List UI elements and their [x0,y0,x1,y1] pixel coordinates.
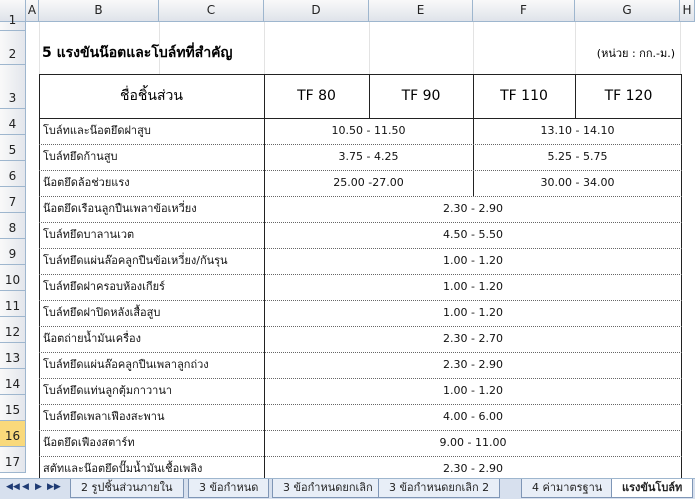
sheet-title: 5 แรงขันน๊อตและโบล์ทที่สำคัญ [42,45,233,61]
row-number: 9 [8,247,17,261]
sheet-tab-spec-cancelled-2[interactable]: 3 ข้อกำหนดยกเลิก 2 [378,479,501,498]
part-name-cell[interactable]: โบล์ทและน๊อตยึดฝาสูบ [43,118,263,144]
row-header-7[interactable]: 7 [0,187,26,213]
row-number: 16 [4,429,21,443]
column-header-a[interactable]: A [26,0,39,21]
row-header-2[interactable]: 2 [0,31,26,65]
torque-all-models-cell[interactable]: 1.00 - 1.20 [264,378,682,404]
row-number: 11 [4,299,21,313]
row-header-4[interactable]: 4 [0,109,26,135]
row-header-5[interactable]: 5 [0,135,26,161]
sheet-tab-bolt-torque[interactable]: แรงขันโบล์ท [611,479,694,498]
row-header-12[interactable]: 12 [0,317,26,343]
row-number: 12 [4,325,21,339]
torque-all-models-cell[interactable]: 1.00 - 1.20 [264,248,682,274]
part-name-cell[interactable]: น๊อตยึดเรือนลูกปืนเพลาข้อเหวี่ยง [43,196,263,222]
row-header-6[interactable]: 6 [0,161,26,187]
row-header-11[interactable]: 11 [0,291,26,317]
row-number: 7 [8,195,17,209]
torque-all-models-cell[interactable]: 1.00 - 1.20 [264,274,682,300]
header-tf120: TF 120 [604,88,653,104]
torque-tf80-90-cell[interactable]: 3.75 - 4.25 [264,144,473,170]
row-header-9[interactable]: 9 [0,239,26,265]
column-header-b[interactable]: B [39,0,159,21]
header-tf90: TF 90 [401,88,441,104]
part-name-cell[interactable]: โบล์ทยึดบาลานเวต [43,222,263,248]
header-tf80: TF 80 [297,88,336,104]
part-name-cell[interactable]: โบล์ทยึดแผ่นล๊อคลูกปืนข้อเหวี่ยง/กันรุน [43,248,263,274]
column-header-e[interactable]: E [369,0,473,21]
row-header-3[interactable]: 3 [0,65,26,109]
sheet-grid[interactable]: 5 แรงขันน๊อตและโบล์ทที่สำคัญ (หน่วย : กก… [26,22,695,478]
sheet-tab-bar: ◀◀ ◀ ▶ ▶▶ 2 รูปชิ้นส่วนภายใน 3 ข้อกำหนด … [0,478,695,499]
row-number: 15 [4,403,21,417]
last-sheet-button[interactable]: ▶▶ [47,482,61,492]
part-name-cell[interactable]: น๊อตถ่ายน้ำมันเครื่อง [43,326,263,352]
torque-all-models-cell[interactable]: 1.00 - 1.20 [264,300,682,326]
sheet-tab-internal-parts[interactable]: 2 รูปชิ้นส่วนภายใน [70,479,184,498]
row-header-15[interactable]: 15 [0,395,26,421]
torque-tf110-120-cell[interactable]: 30.00 - 34.00 [473,170,682,196]
torque-tf110-120-cell[interactable]: 13.10 - 14.10 [473,118,682,144]
row-number: 14 [4,377,21,391]
torque-all-models-cell[interactable]: 4.50 - 5.50 [264,222,682,248]
row-header-13[interactable]: 13 [0,343,26,369]
part-name-cell[interactable]: โบล์ทยึดเพลาเฟืองสะพาน [43,404,263,430]
part-name-cell[interactable]: โบล์ทยึดก้านสูบ [43,144,263,170]
sheet-tab-standard-values[interactable]: 4 ค่ามาตรฐาน [521,479,614,498]
row-header-14[interactable]: 14 [0,369,26,395]
row-header-17[interactable]: 17 [0,447,26,473]
torque-all-models-cell[interactable]: 4.00 - 6.00 [264,404,682,430]
row-number: 2 [8,47,17,61]
part-name-cell[interactable]: สตัทและน๊อตยึดปั๊มน้ำมันเชื้อเพลิง [43,456,263,478]
torque-tf80-90-cell[interactable]: 25.00 -27.00 [264,170,473,196]
first-sheet-button[interactable]: ◀◀ [6,482,20,492]
torque-tf80-90-cell[interactable]: 10.50 - 11.50 [264,118,473,144]
column-header-c[interactable]: C [159,0,264,21]
row-header-1[interactable]: 1 [0,13,26,31]
part-name-cell[interactable]: โบล์ทยึดฝาปิดหลังเสื้อสูบ [43,300,263,326]
unit-label: (หน่วย : กก.-ม.) [596,47,675,60]
header-tf110: TF 110 [500,88,548,104]
row-number: 6 [8,169,17,183]
part-name-cell[interactable]: โบล์ทยึดแท่นลูกตุ้มกาวานา [43,378,263,404]
part-name-cell[interactable]: น๊อตยึดเฟืองสตาร์ท [43,430,263,456]
row-number: 13 [4,351,21,365]
row-number: 5 [8,143,17,157]
next-sheet-button[interactable]: ▶ [35,482,42,492]
part-name-cell[interactable]: โบล์ทยึดแผ่นล๊อคลูกปืนเพลาลูกถ่วง [43,352,263,378]
row-header-16[interactable]: 16 [0,421,26,447]
row-number: 17 [4,455,21,469]
column-header-h[interactable]: H [680,0,695,21]
torque-all-models-cell[interactable]: 2.30 - 2.90 [264,352,682,378]
row-number: 1 [8,13,17,27]
torque-tf110-120-cell[interactable]: 5.25 - 5.75 [473,144,682,170]
column-header-bar: A B C D E F G H [0,0,695,22]
row-number: 3 [8,91,17,105]
row-number: 4 [8,117,17,131]
torque-all-models-cell[interactable]: 2.30 - 2.70 [264,326,682,352]
part-name-cell[interactable]: โบล์ทยึดฝาครอบห้องเกียร์ [43,274,263,300]
column-header-d[interactable]: D [264,0,369,21]
row-number: 8 [8,221,17,235]
torque-all-models-cell[interactable]: 2.30 - 2.90 [264,196,682,222]
column-header-g[interactable]: G [575,0,680,21]
row-number: 10 [4,273,21,287]
column-header-f[interactable]: F [473,0,575,21]
sheet-tab-spec[interactable]: 3 ข้อกำหนด [188,479,270,498]
row-header-8[interactable]: 8 [0,213,26,239]
part-name-cell[interactable]: น๊อตยึดล้อช่วยแรง [43,170,263,196]
sheet-tab-spec-cancelled[interactable]: 3 ข้อกำหนดยกเลิก [272,479,384,498]
torque-all-models-cell[interactable]: 9.00 - 11.00 [264,430,682,456]
row-header-10[interactable]: 10 [0,265,26,291]
prev-sheet-button[interactable]: ◀ [22,482,29,492]
torque-all-models-cell[interactable]: 2.30 - 2.90 [264,456,682,478]
header-part-name: ชื่อชิ้นส่วน [120,88,183,104]
